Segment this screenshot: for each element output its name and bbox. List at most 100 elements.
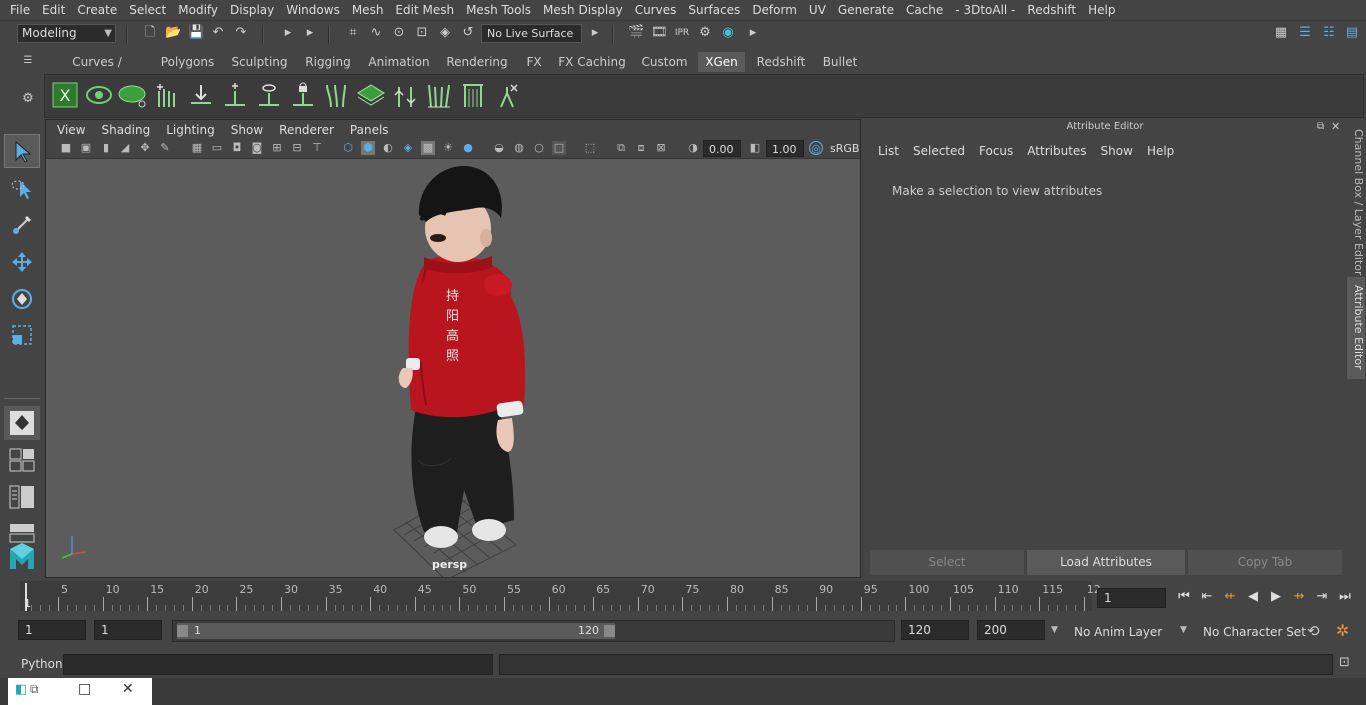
- menu-edit-mesh[interactable]: Edit Mesh: [389, 0, 460, 20]
- menu-curves[interactable]: Curves: [629, 0, 683, 20]
- camera-select-icon[interactable]: ■: [59, 141, 73, 155]
- range-track[interactable]: 1 120: [172, 620, 895, 642]
- maya-app-icon[interactable]: ◧: [15, 682, 27, 697]
- load-attributes-button[interactable]: Load Attributes: [1027, 550, 1185, 575]
- lock-guides-icon[interactable]: [286, 78, 320, 112]
- add-guides-icon[interactable]: [218, 78, 252, 112]
- bookmark-icon[interactable]: ▮: [99, 141, 113, 155]
- safe-title-icon[interactable]: ⊤: [310, 141, 324, 155]
- scale-tool-icon[interactable]: [4, 318, 40, 352]
- command-input[interactable]: [63, 654, 493, 675]
- grid-toggle-icon[interactable]: ▦: [190, 141, 204, 155]
- menu-redshift[interactable]: Redshift: [1021, 0, 1082, 20]
- step-back-frame-icon[interactable]: ⇷: [1221, 588, 1239, 606]
- play-backwards-icon[interactable]: ◀: [1244, 588, 1262, 606]
- ae-menu-selected[interactable]: Selected: [906, 144, 972, 158]
- paint-select-tool-icon[interactable]: [4, 208, 40, 242]
- snap-surface-icon[interactable]: ◈: [437, 25, 453, 41]
- animation-end-field[interactable]: 200: [977, 620, 1045, 640]
- color-management-icon[interactable]: ◎: [809, 141, 823, 155]
- render-sequence-icon[interactable]: 🎞: [651, 25, 668, 41]
- ae-menu-show[interactable]: Show: [1094, 144, 1140, 158]
- snap-curve-icon[interactable]: ∿: [368, 25, 384, 41]
- current-frame-field[interactable]: 1: [1097, 588, 1166, 608]
- resolution-gate-icon[interactable]: ◘: [230, 141, 244, 155]
- step-forward-key-icon[interactable]: ⇥: [1313, 588, 1331, 606]
- rotate-tool-icon[interactable]: [4, 282, 40, 316]
- exposure-field[interactable]: 0.00: [703, 140, 741, 157]
- chevron-down-icon[interactable]: ▼: [1051, 625, 1058, 635]
- gamma-field[interactable]: 1.00: [766, 140, 804, 157]
- workspace-icon[interactable]: ▦: [1273, 25, 1289, 41]
- tool-settings-toggle-icon[interactable]: ▤: [1344, 25, 1360, 41]
- 2d-pan-zoom-icon[interactable]: ✥: [138, 141, 152, 155]
- camera-attributes-icon[interactable]: ▣: [79, 141, 93, 155]
- grid-icon[interactable]: [354, 78, 388, 112]
- menu-surfaces[interactable]: Surfaces: [682, 0, 746, 20]
- groom-editor-icon[interactable]: [456, 78, 490, 112]
- convert-guides-icon[interactable]: [320, 78, 354, 112]
- playback-start-field[interactable]: 1: [94, 620, 162, 640]
- step-forward-frame-icon[interactable]: ⇸: [1290, 588, 1308, 606]
- viewport-menu-view[interactable]: View: [49, 123, 93, 137]
- tab-xgen[interactable]: XGen: [698, 52, 745, 72]
- outliner-layout-icon[interactable]: [4, 480, 40, 514]
- bake-guides-icon[interactable]: [388, 78, 422, 112]
- wireframe-icon[interactable]: ⬡: [341, 141, 355, 155]
- menu-display[interactable]: Display: [224, 0, 280, 20]
- wireframe-on-shaded-icon[interactable]: ◐: [381, 141, 395, 155]
- safe-action-icon[interactable]: ⊟: [290, 141, 304, 155]
- grease-pencil-icon[interactable]: ✎: [158, 141, 172, 155]
- xray-active-icon[interactable]: ⧈: [634, 141, 648, 155]
- step-back-key-icon[interactable]: ⇤: [1198, 588, 1216, 606]
- tab-polygons[interactable]: Polygons: [156, 52, 219, 72]
- snap-grid-icon[interactable]: ⌗: [345, 25, 361, 41]
- tab-curves-surfaces[interactable]: Curves / Surfaces: [47, 52, 147, 89]
- ae-menu-list[interactable]: List: [871, 144, 906, 158]
- shadows-icon[interactable]: ☀: [441, 141, 455, 155]
- new-scene-icon[interactable]: 🗋: [142, 25, 158, 41]
- four-view-layout-icon[interactable]: [4, 442, 40, 476]
- menu-select[interactable]: Select: [123, 0, 172, 20]
- animation-preferences-icon[interactable]: ✲: [1336, 621, 1349, 640]
- interactive-groom-icon[interactable]: [422, 78, 456, 112]
- use-all-lights-icon[interactable]: ▩: [421, 141, 435, 155]
- viewport-menu-show[interactable]: Show: [223, 123, 271, 137]
- single-view-layout-icon[interactable]: [4, 406, 40, 440]
- maximize-icon[interactable]: □: [78, 681, 91, 697]
- select-button[interactable]: Select: [870, 550, 1024, 575]
- open-scene-icon[interactable]: 📂: [165, 25, 181, 41]
- xray-icon[interactable]: ⬚: [583, 141, 597, 155]
- menu-3dtoall[interactable]: - 3DtoAll -: [949, 0, 1021, 20]
- tab-custom[interactable]: Custom: [639, 52, 690, 72]
- save-scene-icon[interactable]: 💾: [188, 25, 204, 41]
- attribute-editor-toggle-icon[interactable]: ☷: [1321, 25, 1337, 41]
- time-slider-track[interactable]: 1 5 10 15 20 25 30 35 40 45 50 55 60 65 70 75 80 85 90 95 1…: [20, 581, 1101, 611]
- multisample-aa-icon[interactable]: ◍: [512, 141, 526, 155]
- close-icon[interactable]: ✕: [1331, 120, 1340, 133]
- motion-blur-icon[interactable]: ◒: [492, 141, 506, 155]
- go-to-start-icon[interactable]: ⏮: [1175, 588, 1193, 606]
- range-handle-right[interactable]: [604, 625, 615, 637]
- viewport-menu-renderer[interactable]: Renderer: [271, 123, 342, 137]
- menu-uv[interactable]: UV: [803, 0, 832, 20]
- copy-tab-button[interactable]: Copy Tab: [1188, 550, 1342, 575]
- render-settings-icon[interactable]: ⚙: [697, 25, 713, 41]
- place-guide-icon[interactable]: [184, 78, 218, 112]
- viewport-panel[interactable]: View Shading Lighting Show Renderer Pane…: [45, 119, 861, 578]
- sculpt-guides-icon[interactable]: [252, 78, 286, 112]
- lasso-tool-icon[interactable]: [4, 172, 40, 206]
- menu-cache[interactable]: Cache: [900, 0, 949, 20]
- channel-box-toggle-icon[interactable]: ☰: [1297, 25, 1313, 41]
- play-forwards-icon[interactable]: ▶: [1267, 588, 1285, 606]
- menu-mesh-display[interactable]: Mesh Display: [537, 0, 629, 20]
- colorspace-label[interactable]: sRGB: [830, 142, 859, 155]
- tab-channel-box-layer-editor[interactable]: Channel Box / Layer Editor: [1347, 129, 1365, 276]
- snap-view-icon[interactable]: ⊡: [414, 25, 430, 41]
- gate-mask-icon[interactable]: ◙: [250, 141, 264, 155]
- ae-menu-help[interactable]: Help: [1140, 144, 1181, 158]
- menu-windows[interactable]: Windows: [280, 0, 346, 20]
- tab-rendering[interactable]: Rendering: [443, 52, 511, 72]
- shelf-menu-icon[interactable]: ☰: [20, 53, 36, 69]
- shelf-settings-icon[interactable]: ⚙: [20, 91, 36, 107]
